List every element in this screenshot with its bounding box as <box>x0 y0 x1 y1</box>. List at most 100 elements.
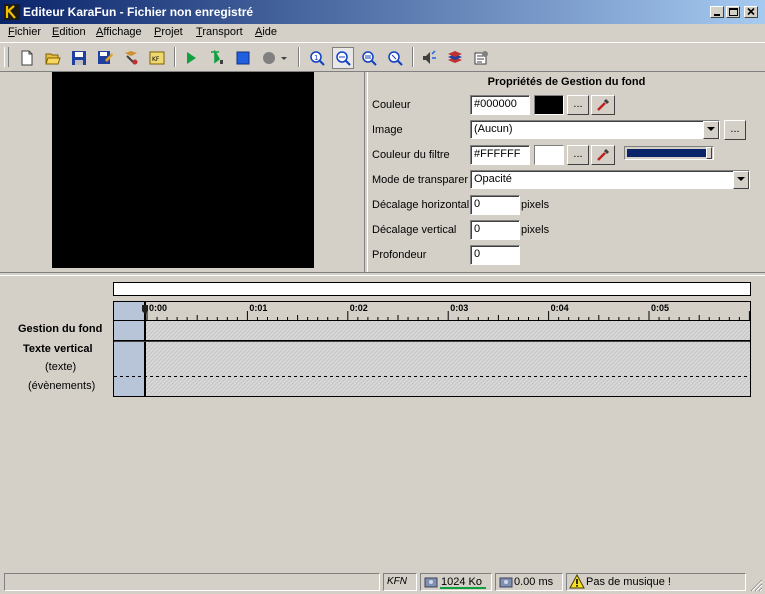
status-music-text: Pas de musique ! <box>586 576 671 588</box>
status-size-bar <box>440 587 486 589</box>
filtre-eyedropper-button[interactable] <box>591 145 615 165</box>
timeline-tick-label: 0:05 <box>651 303 670 313</box>
menu-transport[interactable]: Transport <box>196 26 243 38</box>
zoom-1-icon[interactable]: 1 <box>306 47 328 69</box>
couleur-swatch[interactable] <box>534 95 564 115</box>
play-from-cursor-icon[interactable] <box>206 47 228 69</box>
decalage-v-unit: pixels <box>521 224 550 236</box>
save-as-icon[interactable] <box>94 47 116 69</box>
menu-fichier[interactable]: Fichier <box>8 26 41 38</box>
title-bar[interactable]: Editeur KaraFun - Fichier non enregistré <box>0 0 765 24</box>
decalage-h-input[interactable]: 0 <box>470 195 520 215</box>
status-main <box>4 573 380 591</box>
track-label-evenements: (évènements) <box>28 380 96 392</box>
timeline-tick-label: 0:01 <box>249 303 268 313</box>
properties-icon[interactable] <box>120 47 142 69</box>
filter-intensity-slider[interactable] <box>624 146 714 160</box>
menu-bar: Fichier Edition Affichage Projet Transpo… <box>0 24 765 42</box>
layers-icon[interactable] <box>444 47 466 69</box>
record-icon[interactable] <box>258 47 280 69</box>
export-icon[interactable]: KF <box>146 47 168 69</box>
decalage-v-label: Décalage vertical <box>372 224 457 236</box>
mode-label: Mode de transparer <box>372 174 468 186</box>
image-select[interactable]: (Aucun) <box>470 120 720 139</box>
status-format: KFN <box>383 573 417 591</box>
filter-intensity-thumb[interactable] <box>706 147 712 159</box>
status-music: Pas de musique ! <box>566 573 746 591</box>
status-time-text: 0.00 ms <box>514 576 554 588</box>
vertical-splitter[interactable] <box>364 72 368 272</box>
timeline-tick-label: 0:04 <box>550 303 569 313</box>
menu-label: ransport <box>202 26 243 38</box>
close-button[interactable] <box>744 6 758 18</box>
filtre-swatch[interactable] <box>534 145 564 165</box>
timeline-tick-label: 0:03 <box>450 303 469 313</box>
video-preview[interactable] <box>52 72 314 268</box>
menu-label: ide <box>262 26 278 38</box>
timeline-grid <box>114 305 750 396</box>
menu-aide[interactable]: Aide <box>255 26 277 38</box>
status-size: 1024 Ko <box>420 573 492 591</box>
track-label-texte-vertical[interactable]: Texte vertical <box>23 343 93 355</box>
maximize-button[interactable] <box>726 6 740 18</box>
eyedropper-icon <box>597 148 610 161</box>
filtre-browse-button[interactable]: ... <box>567 145 589 165</box>
track-label-gestion[interactable]: Gestion du fond <box>18 323 102 335</box>
couleur-eyedropper-button[interactable] <box>591 95 615 115</box>
resize-grip-icon[interactable] <box>750 579 763 592</box>
settings-icon[interactable] <box>470 47 492 69</box>
eyedropper-icon <box>597 98 610 111</box>
status-bar: KFN 1024 Ko 0.00 ms Pas de musique ! <box>0 570 765 594</box>
zoom-out-icon[interactable] <box>384 47 406 69</box>
menu-edition[interactable]: Edition <box>52 26 86 38</box>
toolbar-separator <box>298 47 300 67</box>
menu-accel: F <box>8 26 15 38</box>
toolbar-grip[interactable] <box>4 47 9 67</box>
decalage-h-unit: pixels <box>521 199 550 211</box>
stop-icon[interactable] <box>232 47 254 69</box>
menu-affichage[interactable]: Affichage <box>96 26 142 38</box>
timeline-overview-scrollbar[interactable] <box>113 282 751 296</box>
filter-intensity-fill <box>627 149 707 157</box>
save-icon[interactable] <box>68 47 90 69</box>
mode-dropdown-arrow[interactable] <box>733 171 749 189</box>
svg-text:1: 1 <box>314 54 318 62</box>
menu-label: ffichage <box>103 26 142 38</box>
menu-label: rojet <box>161 26 183 38</box>
minimize-button[interactable] <box>710 6 724 18</box>
disk-icon <box>499 577 513 588</box>
filtre-input[interactable]: #FFFFFF <box>470 145 530 165</box>
image-dropdown-arrow[interactable] <box>703 121 719 139</box>
menu-projet[interactable]: Projet <box>154 26 183 38</box>
timeline-tick-label: 0:00 <box>149 303 168 313</box>
record-dropdown-icon[interactable] <box>278 47 290 69</box>
toolbar-separator <box>174 47 176 67</box>
couleur-label: Couleur <box>372 99 411 111</box>
horizontal-splitter[interactable] <box>0 272 765 276</box>
open-folder-icon[interactable] <box>42 47 64 69</box>
couleur-browse-button[interactable]: ... <box>567 95 589 115</box>
couleur-input[interactable]: #000000 <box>470 95 530 115</box>
new-file-icon[interactable] <box>16 47 38 69</box>
play-icon[interactable] <box>180 47 202 69</box>
audio-icon[interactable] <box>418 47 440 69</box>
track-label-texte: (texte) <box>45 361 77 373</box>
mode-select[interactable]: Opacité <box>470 170 750 189</box>
image-label: Image <box>372 124 403 136</box>
toolbar-separator <box>412 47 414 67</box>
menu-label: ichier <box>14 26 42 38</box>
karafun-app-icon[interactable] <box>4 4 20 20</box>
zoom-fit-icon[interactable] <box>332 47 354 69</box>
timeline-tick-label: 0:02 <box>349 303 368 313</box>
toolbar: KF 1 <box>0 42 765 72</box>
image-browse-button[interactable]: ... <box>724 120 746 140</box>
filtre-label: Couleur du filtre <box>372 149 450 161</box>
disk-icon <box>424 577 438 588</box>
timeline-panel[interactable]: 0:00 0:01 0:02 0:03 0:04 0:05 <box>113 301 751 397</box>
zoom-in-icon[interactable] <box>358 47 380 69</box>
decalage-v-input[interactable]: 0 <box>470 220 520 240</box>
profondeur-input[interactable]: 0 <box>470 245 520 265</box>
svg-text:KF: KF <box>152 56 160 63</box>
decalage-h-label: Décalage horizontal <box>372 199 470 211</box>
properties-title: Propriétés de Gestion du fond <box>487 76 646 88</box>
